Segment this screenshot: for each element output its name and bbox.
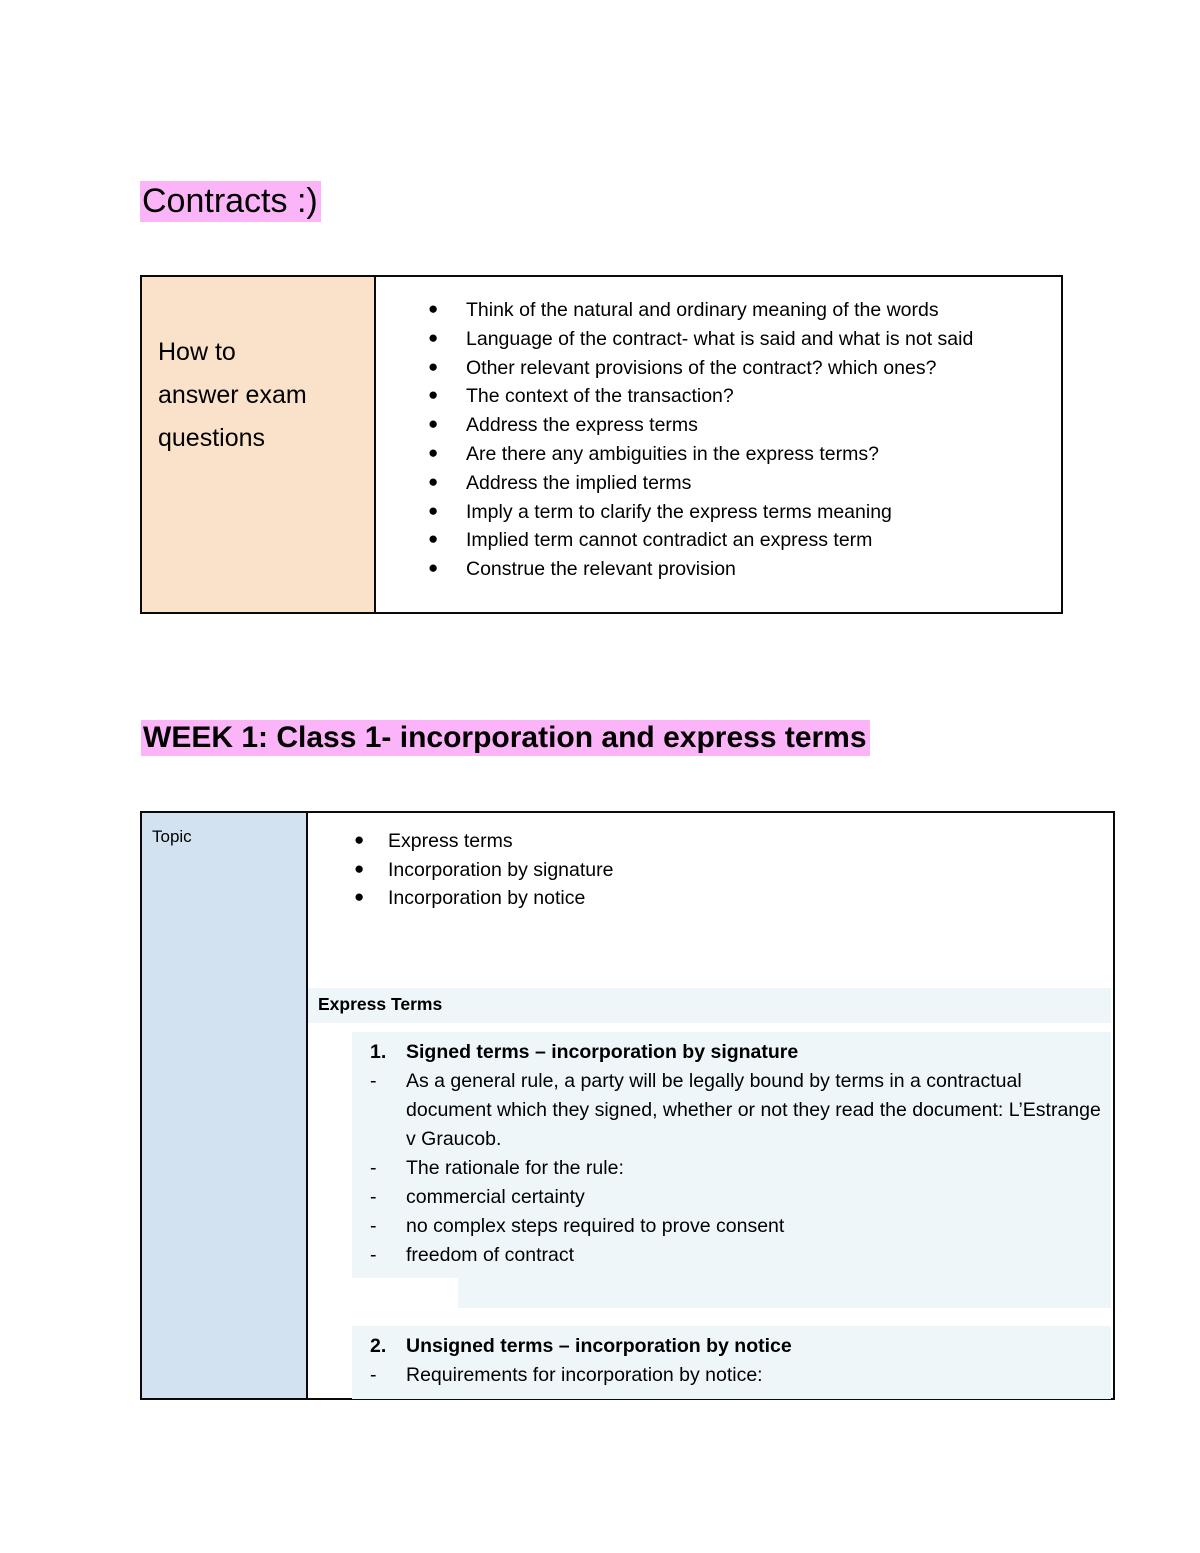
- exam-answer-table-label: How to answer exam questions: [158, 338, 307, 452]
- exam-bullet-list: ● Think of the natural and ordinary meani…: [376, 277, 1061, 584]
- list-item: ● Incorporation by notice: [308, 884, 1113, 913]
- bullet-icon: ●: [428, 558, 439, 578]
- list-item: ● Construe the relevant provision: [376, 555, 1061, 584]
- list-item-text: Construe the relevant provision: [466, 558, 736, 581]
- dash-marker: -: [370, 1364, 377, 1386]
- page-title: Contracts :): [140, 178, 321, 224]
- dash-marker: -: [370, 1157, 377, 1179]
- list-item-text: Incorporation by notice: [388, 887, 586, 909]
- list-item: ● Express terms: [308, 827, 1113, 856]
- dash-item: - As a general rule, a party will be lega…: [352, 1067, 1111, 1154]
- bullet-icon: ●: [428, 385, 439, 405]
- list-item-text: Express terms: [388, 830, 513, 852]
- list-item-text: Imply a term to clarify the express term…: [466, 500, 892, 523]
- section-heading-express-terms: Express Terms: [308, 988, 1111, 1023]
- list-item-text: Address the express terms: [466, 414, 698, 437]
- bullet-icon: ●: [354, 830, 365, 849]
- numbered-block-2: 2. Unsigned terms – incorporation by noti…: [352, 1326, 1111, 1399]
- list-item-text: Are there any ambiguities in the express…: [466, 442, 879, 465]
- dash-marker: -: [370, 1186, 377, 1208]
- list-item: ● Address the implied terms: [376, 469, 1061, 498]
- list-item: ● Language of the contract- what is said …: [376, 325, 1061, 354]
- topic-table-content-cell: ● Express terms ● Incorporation by signatu…: [308, 813, 1113, 1399]
- bullet-icon: ●: [428, 414, 439, 434]
- dash-item-text: commercial certainty: [406, 1186, 585, 1208]
- list-item: ● Think of the natural and ordinary meani…: [376, 296, 1061, 325]
- dash-item-text: As a general rule, a party will be legal…: [406, 1070, 1101, 1150]
- exam-answer-table-label-cell: How to answer exam questions: [142, 277, 376, 612]
- list-marker: 1.: [370, 1041, 387, 1063]
- list-item-text: Language of the contract- what is said a…: [466, 327, 974, 350]
- numbered-item-text: Unsigned terms – incorporation by notice: [406, 1335, 792, 1357]
- dash-item-text: The rationale for the rule:: [406, 1157, 624, 1179]
- dash-item-text: Requirements for incorporation by notice…: [406, 1364, 763, 1386]
- bullet-icon: ●: [354, 858, 365, 878]
- bullet-icon: ●: [428, 299, 439, 318]
- list-item-text: The context of the transaction?: [466, 385, 734, 408]
- list-item: ● Incorporation by signature: [308, 856, 1113, 885]
- dash-item: - no complex steps required to prove cons…: [352, 1212, 1111, 1241]
- dash-item: - commercial certainty: [352, 1183, 1111, 1212]
- list-item: ● The context of the transaction?: [376, 382, 1061, 411]
- page-title-highlight: Contracts :): [140, 181, 321, 222]
- numbered-block-1: 1. Signed terms – incorporation by signat…: [352, 1032, 1111, 1278]
- document-page: Contracts :) How to answer exam question…: [0, 0, 1200, 1553]
- numbered-item-heading: 1. Signed terms – incorporation by signat…: [352, 1038, 1111, 1067]
- dash-marker: -: [370, 1244, 377, 1266]
- dash-item: - The rationale for the rule:: [352, 1154, 1111, 1183]
- list-item-text: Address the implied terms: [466, 471, 692, 494]
- list-item: ● Imply a term to clarify the express ter…: [376, 498, 1061, 527]
- list-item: ● Are there any ambiguities in the expres…: [376, 440, 1061, 469]
- week-heading-highlight: WEEK 1: Class 1- incorporation and expre…: [141, 720, 870, 756]
- dash-item-text: no complex steps required to prove conse…: [406, 1215, 785, 1237]
- dash-marker: -: [370, 1215, 377, 1237]
- list-item-text: Think of the natural and ordinary meanin…: [466, 299, 939, 321]
- list-item: ● Address the express terms: [376, 411, 1061, 440]
- list-item-text: Implied term cannot contradict an expres…: [466, 529, 873, 552]
- bullet-icon: ●: [428, 442, 439, 462]
- empty-shaded-band: [458, 1273, 1111, 1308]
- week-heading: WEEK 1: Class 1- incorporation and expre…: [141, 716, 870, 759]
- bullet-icon: ●: [428, 471, 439, 491]
- list-item-text: Other relevant provisions of the contrac…: [466, 356, 937, 379]
- numbered-item-heading: 2. Unsigned terms – incorporation by noti…: [352, 1332, 1111, 1361]
- bullet-icon: ●: [354, 887, 365, 906]
- topic-table-label-cell: Topic: [142, 813, 308, 1398]
- exam-answer-table: How to answer exam questions ● Think of t…: [140, 275, 1063, 614]
- exam-answer-table-content-cell: ● Think of the natural and ordinary meani…: [376, 277, 1061, 612]
- topic-bullet-list: ● Express terms ● Incorporation by signatu…: [308, 813, 1113, 913]
- dash-marker: -: [370, 1070, 377, 1092]
- dash-item: - Requirements for incorporation by notic…: [352, 1361, 1111, 1390]
- bullet-icon: ●: [428, 327, 439, 347]
- bullet-icon: ●: [428, 500, 439, 520]
- dash-item: - freedom of contract: [352, 1241, 1111, 1270]
- numbered-item-text: Signed terms – incorporation by signatur…: [406, 1041, 799, 1063]
- bullet-icon: ●: [428, 356, 439, 376]
- bullet-icon: ●: [428, 529, 439, 549]
- dash-item-text: freedom of contract: [406, 1244, 574, 1266]
- list-item: ● Implied term cannot contradict an expre…: [376, 526, 1061, 555]
- list-marker: 2.: [370, 1335, 387, 1357]
- topic-table-label: Topic: [152, 827, 192, 846]
- list-item: ● Other relevant provisions of the contra…: [376, 354, 1061, 383]
- list-item-text: Incorporation by signature: [388, 858, 614, 881]
- topic-table: Topic ● Express terms ● Incorporation by s…: [140, 811, 1115, 1400]
